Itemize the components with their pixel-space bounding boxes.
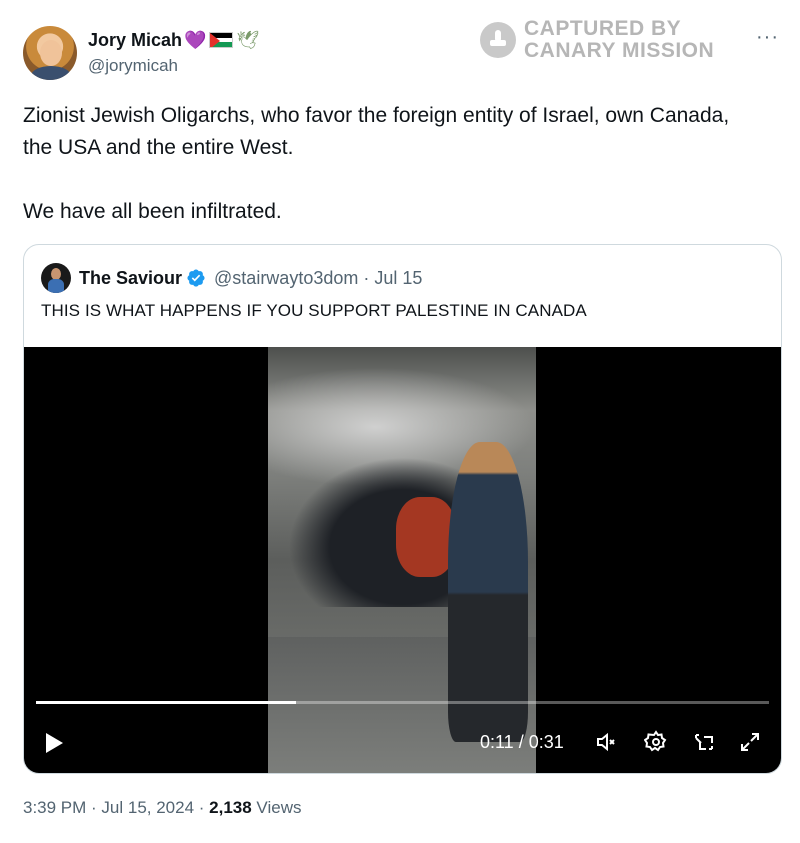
more-options-icon[interactable]: ··· bbox=[756, 26, 779, 49]
views-label: Views bbox=[251, 798, 302, 817]
purple-heart-icon: 💜 bbox=[184, 29, 207, 50]
author-handle[interactable]: @jorymicah bbox=[88, 56, 178, 76]
fullscreen-icon[interactable] bbox=[738, 730, 762, 754]
quoted-author-name[interactable]: The Saviour bbox=[79, 268, 182, 289]
watermark-line1: CAPTURED BY bbox=[524, 17, 682, 40]
quoted-author-avatar[interactable] bbox=[41, 263, 71, 293]
dove-icon: 🕊 bbox=[236, 29, 260, 50]
video-foreground-person bbox=[448, 442, 528, 742]
views-count: 2,138 bbox=[209, 798, 252, 817]
tweet-timestamp[interactable]: 3:39 PM · Jul 15, 2024 · bbox=[23, 798, 209, 817]
play-icon[interactable] bbox=[46, 733, 63, 753]
picture-in-picture-icon[interactable] bbox=[692, 730, 716, 754]
watermark-text: CAPTURED BY CANARY MISSION bbox=[524, 18, 714, 62]
canary-mission-watermark: CAPTURED BY CANARY MISSION bbox=[480, 18, 714, 62]
quoted-tweet[interactable]: The Saviour @stairwayto3dom · Jul 15 THI… bbox=[23, 244, 782, 774]
video-frame[interactable] bbox=[268, 347, 536, 773]
quoted-tweet-header: The Saviour @stairwayto3dom · Jul 15 bbox=[41, 263, 422, 293]
video-red-figure bbox=[396, 497, 456, 577]
video-player[interactable]: 0:11 / 0:31 bbox=[24, 347, 781, 773]
tweet-paragraph-1: Zionist Jewish Oligarchs, who favor the … bbox=[23, 104, 730, 159]
palestine-flag-icon bbox=[209, 32, 234, 48]
video-controls: 0:11 / 0:31 bbox=[24, 719, 781, 763]
settings-icon[interactable] bbox=[643, 730, 668, 754]
quoted-tweet-text: THIS IS WHAT HAPPENS IF YOU SUPPORT PALE… bbox=[41, 301, 587, 320]
tweet-text: Zionist Jewish Oligarchs, who favor the … bbox=[23, 100, 763, 260]
author-avatar[interactable] bbox=[23, 26, 77, 80]
video-progress-fill bbox=[36, 701, 297, 704]
avatar-shirt bbox=[31, 66, 71, 80]
tweet-metadata: 3:39 PM · Jul 15, 2024 · 2,138 Views bbox=[23, 798, 301, 818]
mute-icon[interactable] bbox=[594, 730, 618, 754]
author-display-name[interactable]: Jory Micah bbox=[88, 30, 182, 51]
verified-badge-icon bbox=[187, 269, 205, 287]
video-progress-bar[interactable] bbox=[36, 701, 769, 704]
tweet-paragraph-2: We have all been infiltrated. bbox=[23, 200, 282, 223]
avatar-face bbox=[40, 40, 62, 66]
video-time: 0:11 / 0:31 bbox=[480, 732, 564, 752]
quoted-author-handle-date[interactable]: @stairwayto3dom · Jul 15 bbox=[214, 268, 422, 289]
canary-mission-logo-icon bbox=[480, 22, 516, 58]
watermark-line2: CANARY MISSION bbox=[524, 39, 715, 62]
author-name-row[interactable]: Jory Micah 💜 🕊 bbox=[88, 28, 259, 52]
